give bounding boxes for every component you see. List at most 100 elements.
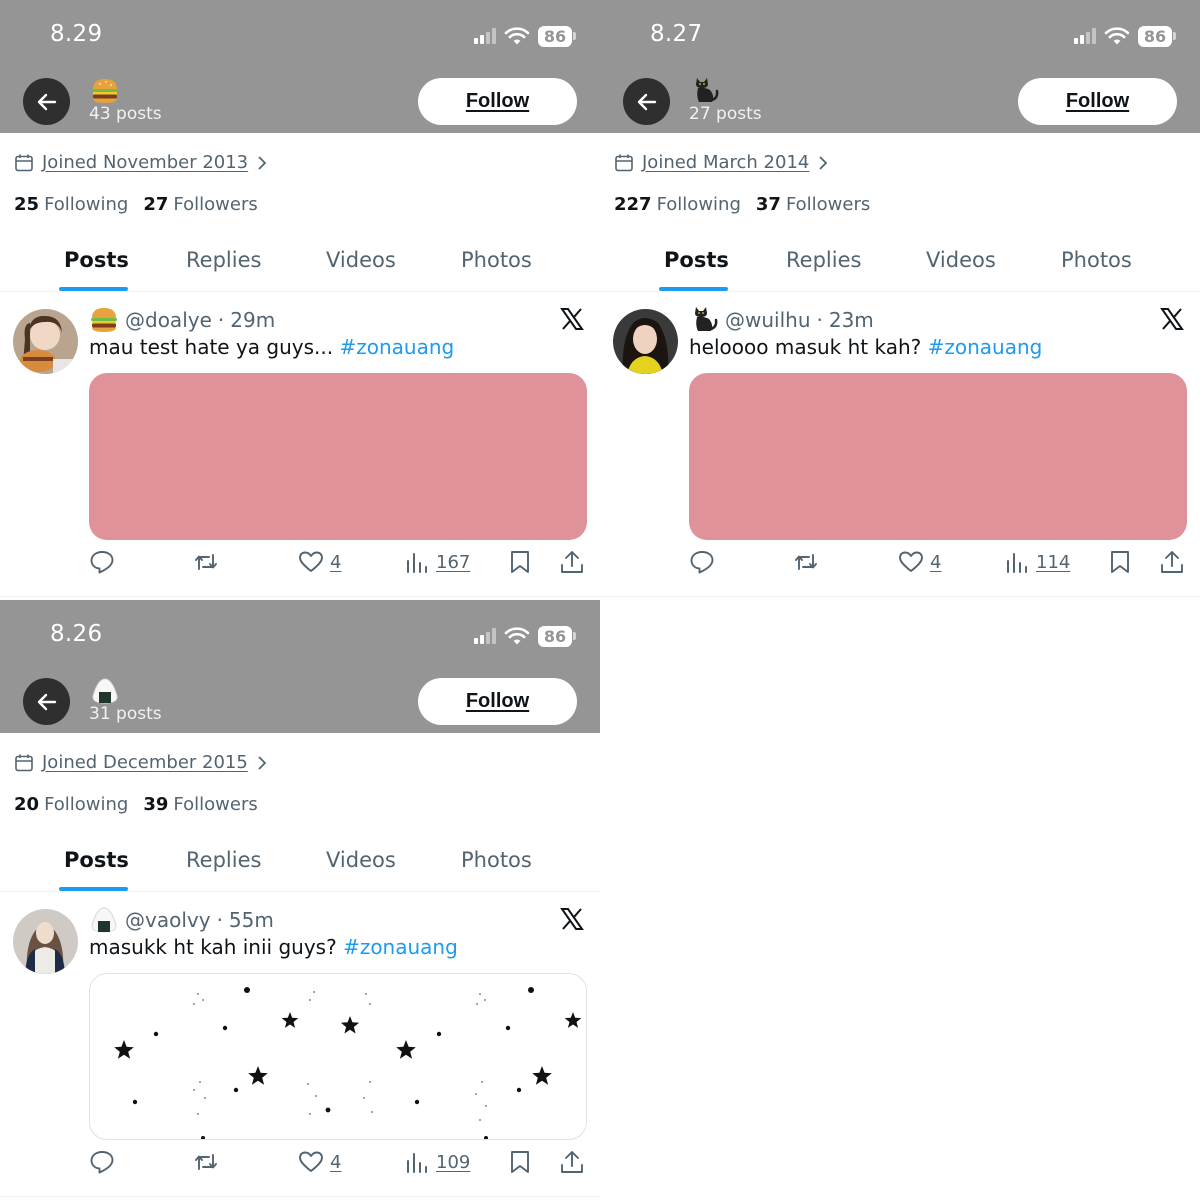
follow-button[interactable]: Follow [1018,78,1177,125]
follow-counts: 25 Following 27 Followers [14,194,258,215]
user-avatar[interactable] [13,909,78,974]
tab-photos[interactable]: Photos [461,848,532,872]
tab-videos[interactable]: Videos [326,248,396,272]
rice-ball-emoji-icon [91,907,117,933]
hashtag-link[interactable]: #zonauang [339,335,454,359]
bookmark-icon [511,551,529,573]
follow-counts: 20 Following 39 Followers [14,794,258,815]
hashtag-link[interactable]: #zonauang [343,935,458,959]
heart-icon [299,1151,323,1172]
tab-replies[interactable]: Replies [186,248,261,272]
views-button[interactable]: 114 [1004,549,1070,575]
post-media[interactable] [89,373,587,540]
post-item[interactable]: @vaolvy · 55m masukk ht kah inii guys? #… [0,893,600,1197]
like-count: 4 [930,551,942,573]
post-item[interactable]: @doalye · 29m mau test hate ya guys... #… [0,293,600,597]
following-count[interactable]: 227 Following [614,194,741,215]
views-button[interactable]: 167 [404,549,470,575]
post-actions: 4 167 [89,549,589,579]
post-time[interactable]: 23m [829,308,874,332]
profile-header: 8.29 86 43 posts Follow [0,0,600,133]
views-chart-icon [407,553,427,573]
views-chart-icon [407,1153,427,1173]
tab-posts[interactable]: Posts [664,248,729,272]
hashtag-link[interactable]: #zonauang [928,335,1043,359]
repost-button[interactable] [793,549,819,575]
status-time: 8.26 [50,621,103,647]
bookmark-button[interactable] [507,549,533,575]
post-handle[interactable]: @doalye [125,308,212,332]
follow-button[interactable]: Follow [418,678,577,725]
followers-count[interactable]: 37 Followers [756,194,870,215]
share-button[interactable] [1159,549,1185,575]
profile-tabs: Posts Replies Videos Photos [600,240,1200,292]
tab-photos[interactable]: Photos [461,248,532,272]
joined-date[interactable]: Joined December 2015 [14,752,268,773]
share-button[interactable] [559,1149,585,1175]
tab-videos[interactable]: Videos [926,248,996,272]
views-count: 114 [1036,551,1071,573]
joined-text: Joined March 2014 [642,152,810,173]
post-handle[interactable]: @wuilhu [725,308,811,332]
tab-replies[interactable]: Replies [786,248,861,272]
like-button[interactable]: 4 [898,549,941,575]
post-time[interactable]: 29m [230,308,275,332]
rice-ball-emoji-icon [92,678,118,704]
reply-button[interactable] [89,1149,115,1175]
post-media[interactable] [689,373,1187,540]
back-button[interactable] [23,678,70,725]
bookmark-button[interactable] [1107,549,1133,575]
battery-level: 86 [538,625,572,647]
reply-button[interactable] [89,549,115,575]
post-media[interactable] [89,973,587,1140]
like-button[interactable]: 4 [298,549,341,575]
signal-icon [474,628,496,644]
posts-count: 31 posts [89,704,162,724]
back-button[interactable] [23,78,70,125]
tab-videos[interactable]: Videos [326,848,396,872]
like-button[interactable]: 4 [298,1149,341,1175]
repost-button[interactable] [193,1149,219,1175]
user-avatar[interactable] [613,309,678,374]
tab-posts[interactable]: Posts [64,848,129,872]
tab-photos[interactable]: Photos [1061,248,1132,272]
calendar-icon [615,154,633,171]
post-item[interactable]: @wuilhu · 23m heloooo masuk ht kah? #zon… [600,293,1200,597]
calendar-icon [15,754,33,771]
tab-posts[interactable]: Posts [64,248,129,272]
chevron-right-icon [258,755,267,770]
bookmark-button[interactable] [507,1149,533,1175]
followers-count[interactable]: 27 Followers [143,194,257,215]
profile-panel-2: 8.27 86 27 posts Follow Joined March 201… [600,0,1200,600]
post-header: @wuilhu · 23m [689,305,874,335]
post-time[interactable]: 55m [229,908,274,932]
share-button[interactable] [559,549,585,575]
back-button[interactable] [623,78,670,125]
tab-replies[interactable]: Replies [186,848,261,872]
battery-icon: 86 [538,625,576,647]
following-count[interactable]: 25 Following [14,194,128,215]
status-time: 8.29 [50,21,103,47]
post-actions: 4 114 [689,549,1189,579]
x-logo-icon [560,908,584,930]
reply-icon [690,551,714,574]
burger-emoji-icon [91,308,117,332]
battery-icon: 86 [538,25,576,47]
reply-icon [90,551,114,574]
reply-icon [90,1151,114,1174]
joined-date[interactable]: Joined November 2013 [14,152,268,173]
reply-button[interactable] [689,549,715,575]
posts-count: 27 posts [689,104,762,124]
active-tab-indicator [659,287,728,291]
joined-date[interactable]: Joined March 2014 [614,152,829,173]
followers-count[interactable]: 39 Followers [143,794,257,815]
user-avatar[interactable] [13,309,78,374]
following-count[interactable]: 20 Following [14,794,128,815]
wifi-icon [1104,27,1130,45]
follow-button[interactable]: Follow [418,78,577,125]
signal-icon [474,28,496,44]
post-handle[interactable]: @vaolvy [125,908,211,932]
views-button[interactable]: 109 [404,1149,470,1175]
repost-button[interactable] [193,549,219,575]
repost-icon [195,554,217,570]
